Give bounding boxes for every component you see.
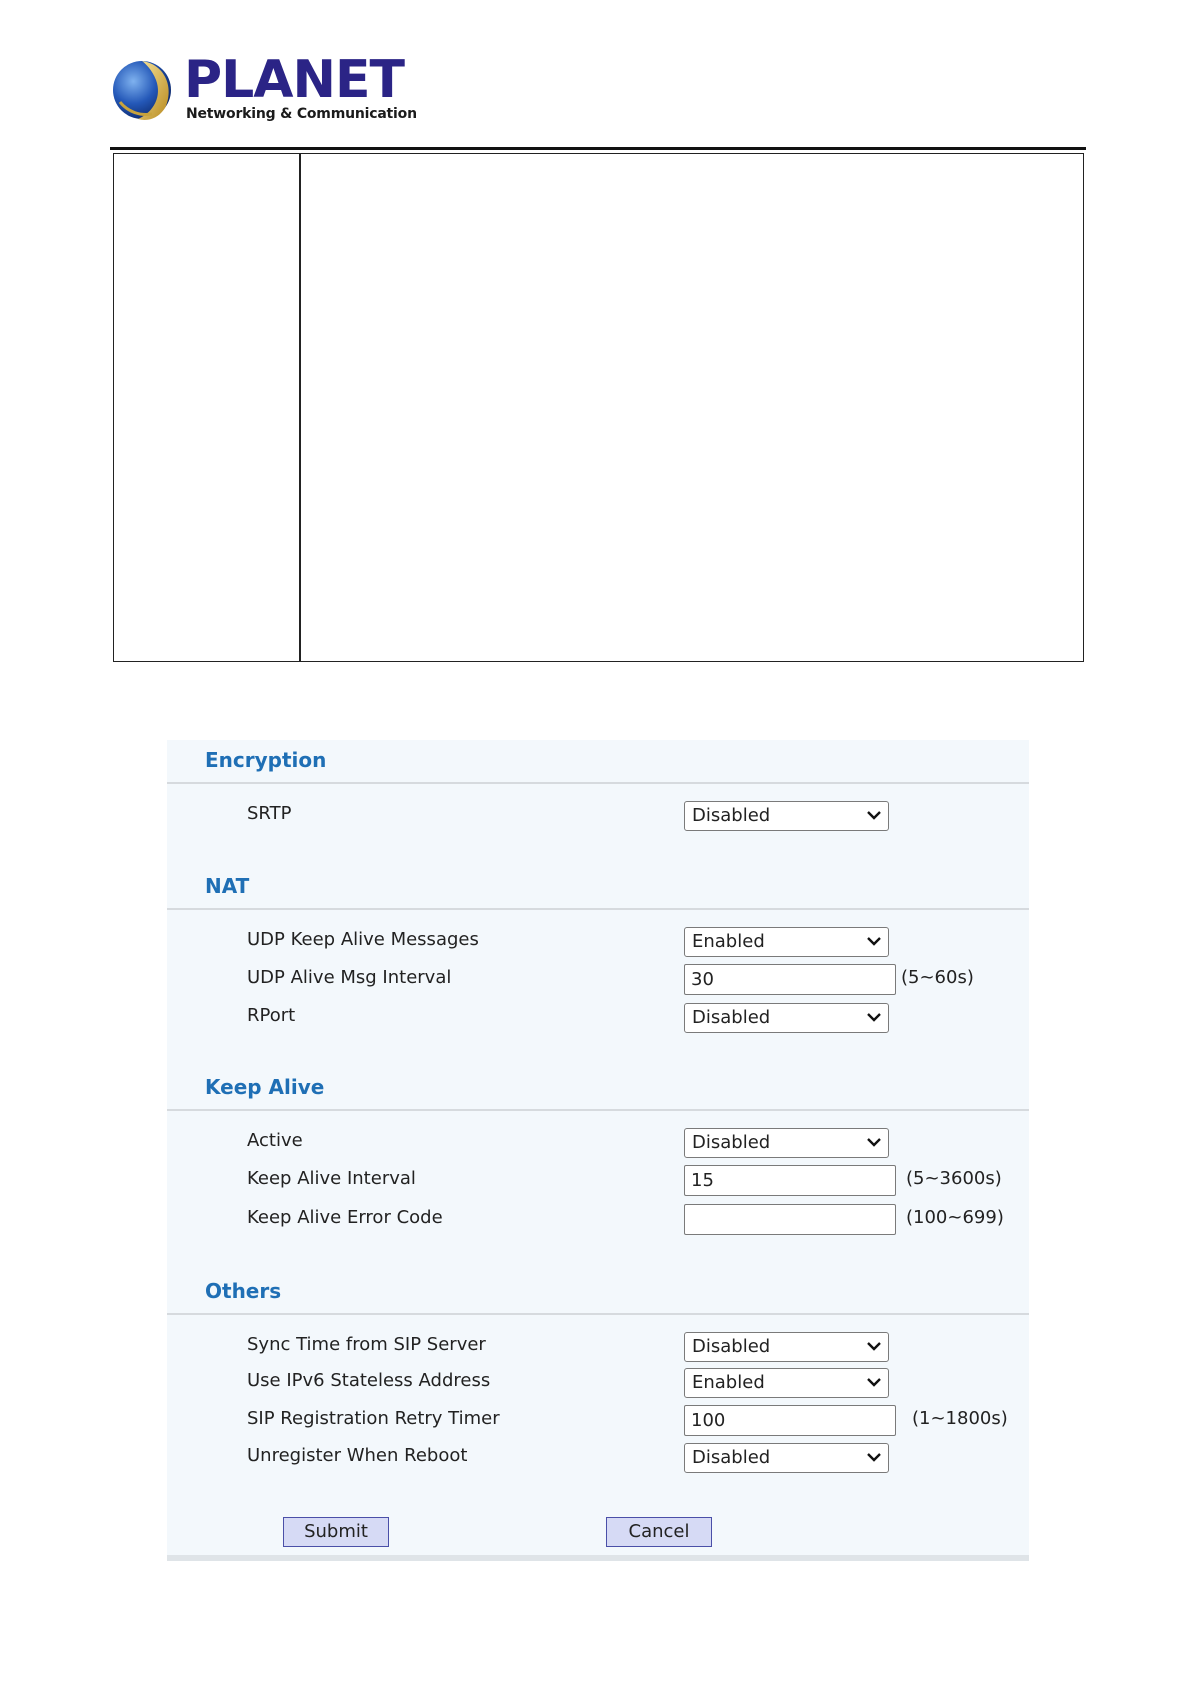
ipv6-stateless-label: Use IPv6 Stateless Address	[247, 1370, 491, 1391]
chevron-down-icon	[867, 1013, 881, 1022]
udp-alive-msg-interval-label: UDP Alive Msg Interval	[247, 967, 452, 988]
sip-registration-retry-timer-value: 100	[691, 1410, 726, 1431]
sip-registration-retry-timer-input[interactable]: 100	[684, 1405, 896, 1436]
chevron-down-icon	[867, 1342, 881, 1351]
chevron-down-icon	[867, 1453, 881, 1462]
section-divider	[167, 1313, 1029, 1315]
unregister-when-reboot-label: Unregister When Reboot	[247, 1445, 468, 1466]
keep-alive-active-select[interactable]: Disabled	[684, 1128, 889, 1158]
srtp-value: Disabled	[692, 805, 771, 826]
srtp-label: SRTP	[247, 803, 292, 824]
rport-value: Disabled	[692, 1007, 771, 1028]
section-title-keep-alive: Keep Alive	[205, 1075, 325, 1099]
sync-time-label: Sync Time from SIP Server	[247, 1334, 486, 1355]
section-title-encryption: Encryption	[205, 748, 327, 772]
keep-alive-interval-range: (5~3600s)	[906, 1168, 1002, 1189]
brand-tagline: Networking & Communication	[186, 106, 417, 122]
udp-alive-msg-interval-value: 30	[691, 969, 714, 990]
header-divider	[110, 147, 1086, 150]
section-divider	[167, 908, 1029, 910]
sip-registration-retry-timer-label: SIP Registration Retry Timer	[247, 1408, 500, 1429]
table-column-divider	[299, 154, 301, 661]
udp-keep-alive-messages-label: UDP Keep Alive Messages	[247, 929, 479, 950]
ipv6-stateless-value: Enabled	[692, 1372, 765, 1393]
document-table	[113, 153, 1084, 662]
brand-name: PLANET	[184, 50, 405, 110]
section-title-nat: NAT	[205, 874, 250, 898]
rport-label: RPort	[247, 1005, 296, 1026]
keep-alive-error-code-range: (100~699)	[906, 1207, 1004, 1228]
udp-keep-alive-messages-value: Enabled	[692, 931, 765, 952]
chevron-down-icon	[867, 1378, 881, 1387]
cancel-button[interactable]: Cancel	[606, 1517, 712, 1547]
keep-alive-error-code-label: Keep Alive Error Code	[247, 1207, 443, 1228]
keep-alive-active-value: Disabled	[692, 1132, 771, 1153]
section-title-others: Others	[205, 1279, 282, 1303]
keep-alive-error-code-input[interactable]	[684, 1204, 896, 1235]
keep-alive-active-label: Active	[247, 1130, 303, 1151]
chevron-down-icon	[867, 811, 881, 820]
submit-button[interactable]: Submit	[283, 1517, 389, 1547]
chevron-down-icon	[867, 937, 881, 946]
section-divider	[167, 1109, 1029, 1111]
sync-time-select[interactable]: Disabled	[684, 1332, 889, 1362]
udp-keep-alive-messages-select[interactable]: Enabled	[684, 927, 889, 957]
section-divider	[167, 782, 1029, 784]
globe-logo-icon	[113, 61, 171, 120]
udp-alive-msg-interval-input[interactable]: 30	[684, 964, 896, 995]
sip-advanced-settings-panel: Encryption SRTP Disabled NAT UDP Keep Al…	[167, 740, 1029, 1561]
keep-alive-interval-label: Keep Alive Interval	[247, 1168, 416, 1189]
rport-select[interactable]: Disabled	[684, 1003, 889, 1033]
ipv6-stateless-select[interactable]: Enabled	[684, 1368, 889, 1398]
unregister-when-reboot-select[interactable]: Disabled	[684, 1443, 889, 1473]
chevron-down-icon	[867, 1138, 881, 1147]
planet-logo: PLANET Networking & Communication	[112, 50, 417, 126]
sync-time-value: Disabled	[692, 1336, 771, 1357]
keep-alive-interval-value: 15	[691, 1170, 714, 1191]
unregister-when-reboot-value: Disabled	[692, 1447, 771, 1468]
srtp-select[interactable]: Disabled	[684, 801, 889, 831]
keep-alive-interval-input[interactable]: 15	[684, 1165, 896, 1196]
sip-registration-retry-timer-range: (1~1800s)	[912, 1408, 1008, 1429]
udp-alive-msg-interval-range: (5~60s)	[901, 967, 974, 988]
panel-bottom-border	[167, 1555, 1029, 1561]
